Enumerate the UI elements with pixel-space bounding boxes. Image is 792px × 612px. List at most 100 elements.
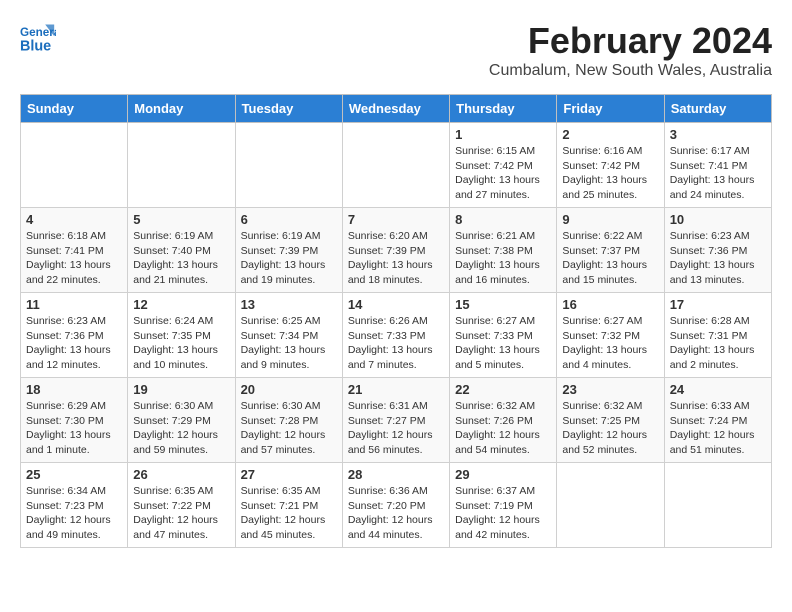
day-number: 16 bbox=[562, 297, 658, 312]
calendar-cell: 2 Sunrise: 6:16 AM Sunset: 7:42 PM Daylig… bbox=[557, 123, 664, 208]
calendar-cell: 18Sunrise: 6:29 AM Sunset: 7:30 PM Dayli… bbox=[21, 378, 128, 463]
day-number: 25 bbox=[26, 467, 122, 482]
calendar-cell bbox=[557, 463, 664, 548]
day-info: Sunrise: 6:27 AM Sunset: 7:33 PM Dayligh… bbox=[455, 314, 551, 373]
calendar-cell: 12 Sunrise: 6:24 AM Sunset: 7:35 PM Dayli… bbox=[128, 293, 235, 378]
day-number: 26 bbox=[133, 467, 229, 482]
day-number: 12 bbox=[133, 297, 229, 312]
day-number: 11 bbox=[26, 297, 122, 312]
day-info: Sunrise: 6:25 AM Sunset: 7:34 PM Dayligh… bbox=[241, 314, 337, 373]
weekday-header-row: SundayMondayTuesdayWednesdayThursdayFrid… bbox=[21, 95, 772, 123]
calendar-cell: 27 Sunrise: 6:35 AM Sunset: 7:21 PM Dayli… bbox=[235, 463, 342, 548]
calendar-cell: 23 Sunrise: 6:32 AM Sunset: 7:25 PM Dayli… bbox=[557, 378, 664, 463]
calendar-cell: 6 Sunrise: 6:19 AM Sunset: 7:39 PM Daylig… bbox=[235, 208, 342, 293]
svg-text:Blue: Blue bbox=[20, 39, 51, 55]
day-info: Sunrise: 6:19 AM Sunset: 7:40 PM Dayligh… bbox=[133, 229, 229, 288]
day-info: Sunrise: 6:23 AM Sunset: 7:36 PM Dayligh… bbox=[26, 314, 122, 373]
calendar-cell: 4Sunrise: 6:18 AM Sunset: 7:41 PM Daylig… bbox=[21, 208, 128, 293]
day-number: 6 bbox=[241, 212, 337, 227]
day-info: Sunrise: 6:35 AM Sunset: 7:22 PM Dayligh… bbox=[133, 484, 229, 543]
weekday-header-saturday: Saturday bbox=[664, 95, 771, 123]
calendar-cell: 25 Sunrise: 6:34 AM Sunset: 7:23 PM Dayli… bbox=[21, 463, 128, 548]
calendar-cell: 10 Sunrise: 6:23 AM Sunset: 7:36 PM Dayli… bbox=[664, 208, 771, 293]
day-info: Sunrise: 6:32 AM Sunset: 7:25 PM Dayligh… bbox=[562, 399, 658, 458]
calendar-cell bbox=[664, 463, 771, 548]
day-number: 5 bbox=[133, 212, 229, 227]
calendar-cell: 17Sunrise: 6:28 AM Sunset: 7:31 PM Dayli… bbox=[664, 293, 771, 378]
day-info: Sunrise: 6:26 AM Sunset: 7:33 PM Dayligh… bbox=[348, 314, 444, 373]
day-info: Sunrise: 6:33 AM Sunset: 7:24 PM Dayligh… bbox=[670, 399, 766, 458]
weekday-header-thursday: Thursday bbox=[450, 95, 557, 123]
calendar-table: SundayMondayTuesdayWednesdayThursdayFrid… bbox=[20, 94, 772, 548]
day-info: Sunrise: 6:24 AM Sunset: 7:35 PM Dayligh… bbox=[133, 314, 229, 373]
calendar-week-row: 25 Sunrise: 6:34 AM Sunset: 7:23 PM Dayli… bbox=[21, 463, 772, 548]
day-number: 9 bbox=[562, 212, 658, 227]
weekday-header-friday: Friday bbox=[557, 95, 664, 123]
day-info: Sunrise: 6:20 AM Sunset: 7:39 PM Dayligh… bbox=[348, 229, 444, 288]
calendar-cell: 5 Sunrise: 6:19 AM Sunset: 7:40 PM Daylig… bbox=[128, 208, 235, 293]
day-info: Sunrise: 6:27 AM Sunset: 7:32 PM Dayligh… bbox=[562, 314, 658, 373]
day-number: 7 bbox=[348, 212, 444, 227]
calendar-week-row: 1 Sunrise: 6:15 AM Sunset: 7:42 PM Daylig… bbox=[21, 123, 772, 208]
day-info: Sunrise: 6:30 AM Sunset: 7:28 PM Dayligh… bbox=[241, 399, 337, 458]
day-info: Sunrise: 6:34 AM Sunset: 7:23 PM Dayligh… bbox=[26, 484, 122, 543]
page-header: General Blue February 2024 Cumbalum, New… bbox=[20, 20, 772, 84]
calendar-cell bbox=[128, 123, 235, 208]
calendar-cell: 8 Sunrise: 6:21 AM Sunset: 7:38 PM Daylig… bbox=[450, 208, 557, 293]
weekday-header-wednesday: Wednesday bbox=[342, 95, 449, 123]
day-number: 13 bbox=[241, 297, 337, 312]
calendar-header: February 2024 Cumbalum, New South Wales,… bbox=[489, 20, 772, 80]
calendar-week-row: 11 Sunrise: 6:23 AM Sunset: 7:36 PM Dayli… bbox=[21, 293, 772, 378]
day-info: Sunrise: 6:23 AM Sunset: 7:36 PM Dayligh… bbox=[670, 229, 766, 288]
app-logo: General Blue bbox=[20, 20, 56, 56]
day-number: 2 bbox=[562, 127, 658, 142]
calendar-cell: 26 Sunrise: 6:35 AM Sunset: 7:22 PM Dayli… bbox=[128, 463, 235, 548]
day-info: Sunrise: 6:30 AM Sunset: 7:29 PM Dayligh… bbox=[133, 399, 229, 458]
day-number: 8 bbox=[455, 212, 551, 227]
calendar-week-row: 18Sunrise: 6:29 AM Sunset: 7:30 PM Dayli… bbox=[21, 378, 772, 463]
day-info: Sunrise: 6:31 AM Sunset: 7:27 PM Dayligh… bbox=[348, 399, 444, 458]
logo-icon: General Blue bbox=[20, 20, 56, 56]
day-info: Sunrise: 6:36 AM Sunset: 7:20 PM Dayligh… bbox=[348, 484, 444, 543]
day-number: 27 bbox=[241, 467, 337, 482]
calendar-cell: 3Sunrise: 6:17 AM Sunset: 7:41 PM Daylig… bbox=[664, 123, 771, 208]
day-number: 19 bbox=[133, 382, 229, 397]
day-info: Sunrise: 6:37 AM Sunset: 7:19 PM Dayligh… bbox=[455, 484, 551, 543]
day-number: 24 bbox=[670, 382, 766, 397]
calendar-cell: 14 Sunrise: 6:26 AM Sunset: 7:33 PM Dayli… bbox=[342, 293, 449, 378]
day-info: Sunrise: 6:22 AM Sunset: 7:37 PM Dayligh… bbox=[562, 229, 658, 288]
month-year-title: February 2024 bbox=[489, 20, 772, 62]
weekday-header-monday: Monday bbox=[128, 95, 235, 123]
location-subtitle: Cumbalum, New South Wales, Australia bbox=[489, 62, 772, 80]
calendar-cell: 7 Sunrise: 6:20 AM Sunset: 7:39 PM Daylig… bbox=[342, 208, 449, 293]
day-info: Sunrise: 6:28 AM Sunset: 7:31 PM Dayligh… bbox=[670, 314, 766, 373]
day-number: 10 bbox=[670, 212, 766, 227]
calendar-cell: 13 Sunrise: 6:25 AM Sunset: 7:34 PM Dayli… bbox=[235, 293, 342, 378]
day-number: 29 bbox=[455, 467, 551, 482]
day-number: 23 bbox=[562, 382, 658, 397]
day-info: Sunrise: 6:16 AM Sunset: 7:42 PM Dayligh… bbox=[562, 144, 658, 203]
calendar-cell: 19 Sunrise: 6:30 AM Sunset: 7:29 PM Dayli… bbox=[128, 378, 235, 463]
day-number: 20 bbox=[241, 382, 337, 397]
day-info: Sunrise: 6:35 AM Sunset: 7:21 PM Dayligh… bbox=[241, 484, 337, 543]
calendar-cell: 15 Sunrise: 6:27 AM Sunset: 7:33 PM Dayli… bbox=[450, 293, 557, 378]
calendar-cell bbox=[235, 123, 342, 208]
calendar-cell: 11 Sunrise: 6:23 AM Sunset: 7:36 PM Dayli… bbox=[21, 293, 128, 378]
weekday-header-sunday: Sunday bbox=[21, 95, 128, 123]
day-number: 14 bbox=[348, 297, 444, 312]
day-number: 1 bbox=[455, 127, 551, 142]
calendar-cell: 9 Sunrise: 6:22 AM Sunset: 7:37 PM Daylig… bbox=[557, 208, 664, 293]
day-info: Sunrise: 6:29 AM Sunset: 7:30 PM Dayligh… bbox=[26, 399, 122, 458]
day-number: 28 bbox=[348, 467, 444, 482]
calendar-cell: 16 Sunrise: 6:27 AM Sunset: 7:32 PM Dayli… bbox=[557, 293, 664, 378]
day-number: 21 bbox=[348, 382, 444, 397]
day-info: Sunrise: 6:19 AM Sunset: 7:39 PM Dayligh… bbox=[241, 229, 337, 288]
day-info: Sunrise: 6:17 AM Sunset: 7:41 PM Dayligh… bbox=[670, 144, 766, 203]
calendar-week-row: 4Sunrise: 6:18 AM Sunset: 7:41 PM Daylig… bbox=[21, 208, 772, 293]
calendar-cell: 28 Sunrise: 6:36 AM Sunset: 7:20 PM Dayli… bbox=[342, 463, 449, 548]
calendar-cell: 22Sunrise: 6:32 AM Sunset: 7:26 PM Dayli… bbox=[450, 378, 557, 463]
day-info: Sunrise: 6:15 AM Sunset: 7:42 PM Dayligh… bbox=[455, 144, 551, 203]
day-number: 4 bbox=[26, 212, 122, 227]
day-info: Sunrise: 6:21 AM Sunset: 7:38 PM Dayligh… bbox=[455, 229, 551, 288]
day-number: 15 bbox=[455, 297, 551, 312]
